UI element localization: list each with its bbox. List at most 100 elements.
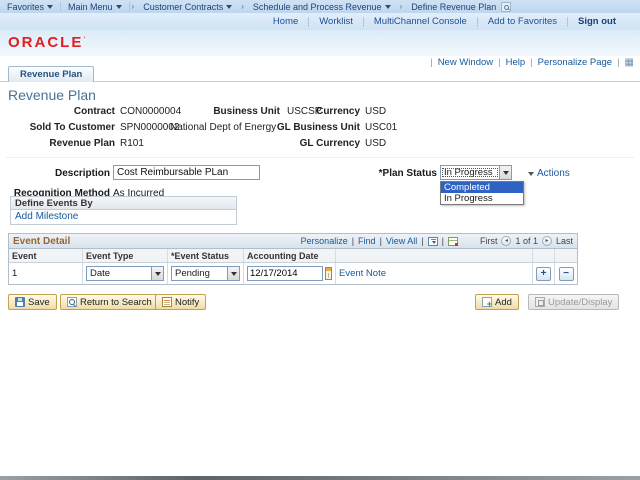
- gl-currency-value: USD: [365, 138, 387, 149]
- page-toolbar: Save Return to Search Notify Add Update/…: [0, 294, 640, 311]
- add-icon: [482, 297, 492, 309]
- gl-business-unit-label: GL Business Unit: [276, 122, 360, 133]
- sign-out-link[interactable]: Sign out: [568, 16, 626, 27]
- logo-bar: ORACLE’: [0, 30, 640, 56]
- breadcrumb-label: Define Revenue Plan: [411, 1, 497, 12]
- currency-label: Currency: [316, 106, 360, 117]
- table-row: 1 Date Pending Event Note: [9, 263, 577, 284]
- event-status-value: Pending: [175, 268, 210, 279]
- breadcrumb-schedule-process-revenue[interactable]: Schedule and Process Revenue: [246, 2, 398, 12]
- dropdown-arrow-icon[interactable]: [227, 267, 239, 280]
- column-header-event-type: Event Type: [83, 249, 168, 262]
- delete-row-cell: −: [555, 263, 577, 284]
- divider: |: [379, 236, 382, 246]
- search-icon[interactable]: [501, 1, 512, 12]
- event-status-select[interactable]: Pending: [171, 266, 240, 281]
- column-header-blank: [336, 249, 533, 262]
- event-status-cell: Pending: [168, 263, 244, 284]
- calendar-icon[interactable]: [325, 267, 332, 280]
- add-to-favorites-link[interactable]: Add to Favorites: [478, 16, 567, 27]
- breadcrumb-customer-contracts[interactable]: Customer Contracts: [136, 2, 239, 12]
- plan-status-selected-value: In Progress: [441, 167, 499, 178]
- download-grid-icon[interactable]: [427, 236, 438, 246]
- breadcrumb-main-menu[interactable]: Main Menu: [61, 2, 129, 12]
- divider: |: [441, 236, 444, 246]
- gl-business-unit-value: USC01: [365, 122, 398, 133]
- global-nav: Home Worklist MultiChannel Console Add t…: [0, 13, 640, 30]
- new-window-link[interactable]: New Window: [438, 57, 493, 68]
- tab-underline: [0, 81, 640, 82]
- personalize-page-link[interactable]: Personalize Page: [538, 57, 612, 68]
- divider: |: [351, 236, 355, 246]
- personalize-link[interactable]: Personalize: [301, 236, 348, 246]
- define-events-by-title: Define Events By: [11, 197, 236, 210]
- grid-toolbar: Personalize | Find | View All | | First …: [301, 236, 573, 246]
- event-type-cell: Date: [83, 263, 168, 284]
- define-events-by-row: Add Milestone: [11, 210, 236, 224]
- add-label: Add: [495, 296, 512, 308]
- breadcrumb-define-revenue-plan[interactable]: Define Revenue Plan: [404, 1, 518, 12]
- event-type-value: Date: [90, 268, 111, 279]
- chevron-down-icon: [528, 171, 534, 176]
- gl-currency-label: GL Currency: [299, 138, 360, 149]
- divider: |: [430, 57, 433, 68]
- tab-revenue-plan[interactable]: Revenue Plan: [8, 66, 95, 82]
- description-input[interactable]: [113, 165, 260, 180]
- plan-status-option-list: Completed In Progress: [440, 181, 524, 205]
- divider: |: [498, 57, 501, 68]
- next-row-icon[interactable]: ▸: [541, 236, 552, 246]
- chevron-down-icon: [47, 4, 54, 9]
- accounting-date-input[interactable]: [247, 266, 323, 281]
- actions-menu[interactable]: Actions: [528, 168, 570, 179]
- find-link[interactable]: Find: [358, 236, 376, 246]
- breadcrumb-label: Favorites: [7, 1, 45, 12]
- dropdown-arrow-icon[interactable]: [499, 166, 511, 179]
- event-type-select[interactable]: Date: [86, 266, 164, 281]
- form-row-2: Sold To Customer SPN0000002 National Dep…: [0, 122, 640, 135]
- event-number: 1: [9, 263, 83, 284]
- divider: |: [421, 236, 424, 246]
- breadcrumb-label: Schedule and Process Revenue: [252, 1, 382, 12]
- return-to-search-button[interactable]: Return to Search: [60, 294, 159, 310]
- notify-label: Notify: [175, 296, 200, 308]
- pagination-first-label: First: [479, 236, 498, 246]
- option-completed[interactable]: Completed: [441, 182, 523, 193]
- revenue-plan-value: R101: [120, 138, 144, 149]
- add-button[interactable]: Add: [475, 294, 519, 310]
- dropdown-arrow-icon[interactable]: [151, 267, 163, 280]
- plan-status-select[interactable]: In Progress: [440, 165, 512, 180]
- view-all-link[interactable]: View All: [386, 236, 417, 246]
- zoom-grid-icon[interactable]: [447, 236, 458, 246]
- page-title: Revenue Plan: [8, 87, 96, 103]
- add-milestone-link[interactable]: Add Milestone: [15, 211, 78, 222]
- home-link[interactable]: Home: [263, 16, 308, 27]
- delete-row-button[interactable]: −: [558, 266, 574, 281]
- worklist-link[interactable]: Worklist: [309, 16, 363, 27]
- accounting-date-cell: [244, 263, 336, 284]
- breadcrumb-separator: ›: [131, 2, 135, 11]
- breadcrumb-separator: ›: [241, 2, 244, 11]
- notify-button[interactable]: Notify: [155, 294, 207, 310]
- grid-column-headers: Event Event Type *Event Status Accountin…: [9, 249, 577, 263]
- save-label: Save: [28, 296, 50, 308]
- add-row-button[interactable]: +: [536, 266, 551, 281]
- update-display-label: Update/Display: [548, 296, 613, 308]
- event-note-link[interactable]: Event Note: [339, 268, 386, 279]
- update-display-button: Update/Display: [528, 294, 620, 310]
- multichannel-console-link[interactable]: MultiChannel Console: [364, 16, 477, 27]
- option-in-progress[interactable]: In Progress: [441, 193, 523, 204]
- event-detail-grid: Event Detail Personalize | Find | View A…: [8, 233, 578, 285]
- layout-grid-icon[interactable]: ▦: [625, 57, 634, 68]
- help-link[interactable]: Help: [506, 57, 526, 68]
- plan-status-label: *Plan Status: [378, 168, 437, 179]
- breadcrumb-label: Customer Contracts: [143, 1, 224, 12]
- divider: |: [617, 57, 620, 68]
- return-to-search-label: Return to Search: [80, 296, 152, 308]
- breadcrumb-favorites[interactable]: Favorites: [0, 2, 60, 12]
- previous-row-icon[interactable]: ◂: [501, 236, 512, 246]
- column-header-event-status: *Event Status: [168, 249, 244, 262]
- event-note-cell: Event Note: [336, 263, 533, 284]
- save-button[interactable]: Save: [8, 294, 57, 310]
- event-detail-header: Event Detail Personalize | Find | View A…: [9, 234, 577, 249]
- chevron-down-icon: [384, 4, 391, 9]
